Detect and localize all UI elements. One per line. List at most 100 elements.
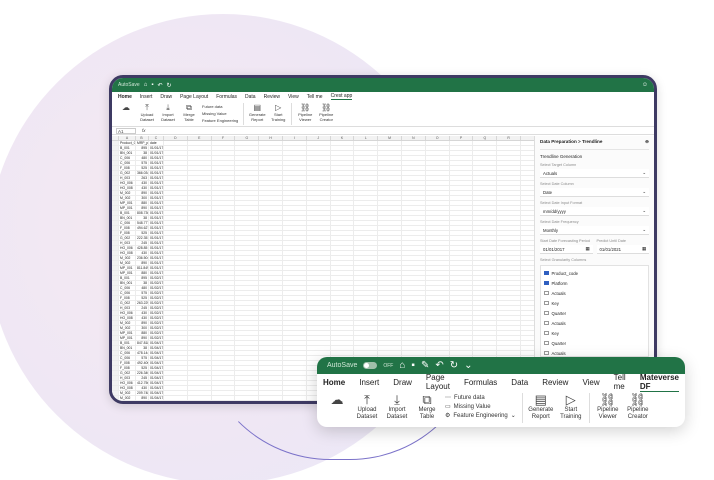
cell[interactable] [402, 271, 426, 275]
cell[interactable] [188, 216, 212, 220]
card-tab-tell-me[interactable]: Tell me [614, 373, 626, 391]
cell[interactable] [164, 236, 188, 240]
cell[interactable]: 01/04/17 [149, 346, 164, 350]
cell[interactable]: 575 [136, 161, 149, 165]
cell[interactable] [402, 221, 426, 225]
cell[interactable] [497, 311, 521, 315]
home-icon[interactable]: ⌂ [399, 360, 405, 372]
cell[interactable] [402, 236, 426, 240]
cell[interactable] [164, 281, 188, 285]
cell[interactable] [354, 271, 379, 275]
cell[interactable] [378, 241, 402, 245]
checkbox[interactable] [544, 340, 549, 346]
cell[interactable] [402, 226, 426, 230]
cell[interactable] [212, 236, 236, 240]
cell[interactable] [450, 216, 474, 220]
cell[interactable] [450, 196, 474, 200]
column-header[interactable]: P [450, 136, 474, 140]
cell[interactable] [212, 266, 236, 270]
cell[interactable] [426, 321, 450, 325]
cell[interactable] [235, 371, 260, 375]
cell[interactable] [402, 331, 426, 335]
cell[interactable] [235, 191, 260, 195]
cell[interactable]: 880 [136, 271, 149, 275]
merge-table-button[interactable]: ⧉ Merge Table [181, 103, 197, 122]
cell[interactable] [307, 321, 331, 325]
cell[interactable]: 01/01/17 [149, 246, 164, 250]
tab-formulas[interactable]: Formulas [216, 94, 237, 100]
cell[interactable] [235, 301, 260, 305]
cell[interactable] [426, 271, 450, 275]
cell[interactable] [426, 166, 450, 170]
cell[interactable] [283, 161, 307, 165]
cell[interactable] [497, 216, 521, 220]
cell[interactable] [283, 156, 307, 160]
cell[interactable] [426, 281, 450, 285]
cell[interactable]: MP_001 [119, 271, 136, 275]
cell[interactable] [259, 166, 283, 170]
cell[interactable] [402, 151, 426, 155]
cell[interactable] [235, 156, 260, 160]
cell[interactable] [426, 156, 450, 160]
cell[interactable] [212, 161, 236, 165]
cell[interactable] [188, 316, 212, 320]
cell[interactable]: B_001 [119, 146, 136, 150]
cell[interactable] [259, 206, 283, 210]
cell[interactable] [188, 366, 212, 370]
office-icon-button[interactable]: ☁ [118, 103, 134, 113]
tab-page-layout[interactable]: Page Layout [180, 94, 208, 100]
tab-crest-app[interactable]: Crest app [330, 93, 353, 100]
cell[interactable] [212, 291, 236, 295]
cell[interactable] [212, 331, 236, 335]
row-number[interactable] [112, 186, 119, 190]
cell[interactable] [354, 246, 379, 250]
cell[interactable]: 428.85 [136, 246, 149, 250]
cell[interactable]: 430 [136, 186, 149, 190]
cell[interactable] [283, 361, 307, 365]
cell[interactable]: C_006 [119, 356, 136, 360]
cell[interactable] [473, 226, 498, 230]
cell[interactable]: 01/02/17 [149, 336, 164, 340]
cell[interactable] [402, 141, 426, 145]
cell[interactable] [307, 241, 331, 245]
cell[interactable] [497, 141, 521, 145]
cell[interactable]: 525 [136, 366, 149, 370]
cell[interactable] [402, 256, 426, 260]
row-number[interactable] [112, 341, 119, 345]
cell[interactable] [259, 226, 283, 230]
cell[interactable]: 01/04/17 [149, 371, 164, 375]
cell[interactable]: 895 [136, 146, 149, 150]
row-number[interactable] [112, 391, 119, 395]
column-header[interactable]: M [378, 136, 402, 140]
cell[interactable] [354, 241, 379, 245]
cell[interactable] [235, 206, 260, 210]
cell[interactable]: 01/01/17 [149, 216, 164, 220]
cell[interactable] [212, 271, 236, 275]
cell[interactable] [259, 156, 283, 160]
cell[interactable] [307, 271, 331, 275]
cell[interactable] [331, 206, 355, 210]
cell[interactable] [235, 236, 260, 240]
cell[interactable] [450, 341, 474, 345]
cell[interactable] [402, 276, 426, 280]
cell[interactable]: 01/04/17 [149, 386, 164, 390]
cell[interactable] [235, 316, 260, 320]
cell[interactable] [473, 146, 498, 150]
cell[interactable] [331, 246, 355, 250]
row-number[interactable] [112, 171, 119, 175]
cell[interactable] [283, 141, 307, 145]
import-dataset-button[interactable]: ⤓ Import Dataset [160, 103, 176, 122]
cell[interactable] [188, 311, 212, 315]
cell[interactable] [259, 396, 283, 400]
cell[interactable] [259, 351, 283, 355]
cell[interactable] [212, 381, 236, 385]
cell[interactable]: 38 [136, 216, 149, 220]
cell[interactable] [473, 291, 498, 295]
cell[interactable] [259, 286, 283, 290]
cell[interactable] [450, 176, 474, 180]
cell[interactable] [283, 301, 307, 305]
cell[interactable] [426, 226, 450, 230]
cell[interactable] [473, 246, 498, 250]
cell[interactable] [354, 191, 379, 195]
cell[interactable] [378, 246, 402, 250]
